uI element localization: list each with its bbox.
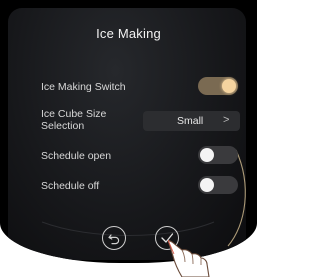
device-screen: Ice Making Ice Making Switch Ice Cube Si… <box>0 0 257 263</box>
ice-cube-size-select[interactable]: Small > <box>143 111 240 131</box>
ice-cube-size-label-line2: Selection <box>41 120 85 132</box>
schedule-open-toggle[interactable] <box>198 146 238 164</box>
back-button[interactable] <box>102 226 126 250</box>
chevron-right-icon: > <box>223 114 230 126</box>
schedule-off-toggle[interactable] <box>198 176 238 194</box>
ice-making-switch-toggle[interactable] <box>198 77 238 95</box>
ice-cube-size-label: Ice Cube Size Selection <box>41 108 106 132</box>
ice-making-switch-label: Ice Making Switch <box>41 81 126 93</box>
ice-cube-size-label-line1: Ice Cube Size <box>41 108 107 120</box>
pointing-hand-icon <box>168 240 210 277</box>
toggle-knob <box>222 79 236 93</box>
ice-cube-size-value: Small <box>177 115 204 127</box>
schedule-open-label: Schedule open <box>41 150 112 162</box>
page-title: Ice Making <box>96 26 161 41</box>
undo-arrow-icon <box>108 234 120 245</box>
toggle-knob <box>200 178 214 192</box>
toggle-knob <box>200 148 214 162</box>
schedule-off-label: Schedule off <box>41 180 100 192</box>
